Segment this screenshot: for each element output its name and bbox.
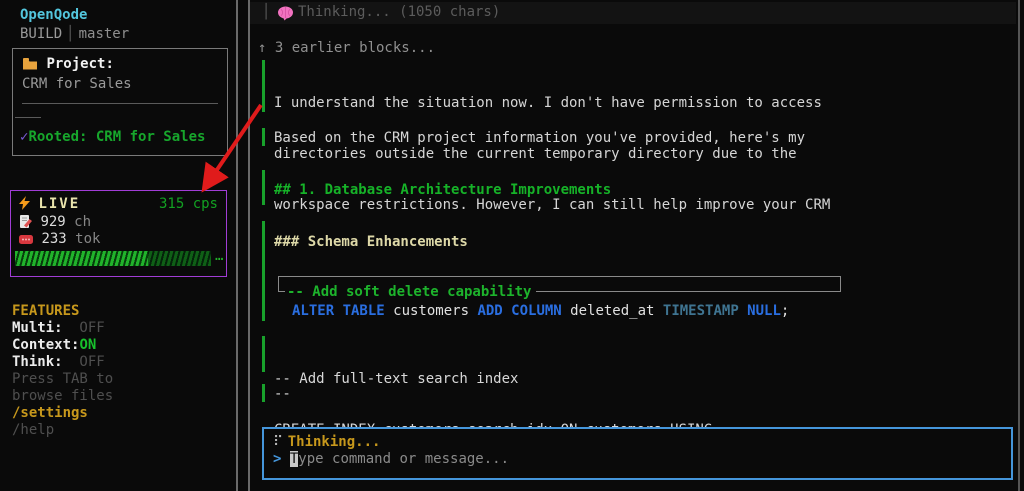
feature-multi[interactable]: Multi: OFF <box>12 320 105 337</box>
blockquote-gutter <box>262 60 265 112</box>
settings-command[interactable]: /settings <box>12 405 88 422</box>
blockquote-gutter <box>262 384 265 402</box>
feature-think[interactable]: Think: OFF <box>12 354 105 371</box>
rooted-status: ✓Rooted: CRM for Sales <box>20 129 205 146</box>
scrollbar-track <box>1018 0 1020 491</box>
blockquote-gutter <box>262 336 265 372</box>
assistant-paragraph: I understand the situation now. I don't … <box>274 61 830 248</box>
tokens-row: 233 tok <box>19 231 100 248</box>
thinking-header: │ Thinking... (1050 chars) <box>250 2 1016 24</box>
live-row: LIVE 315 cps <box>19 196 218 213</box>
think-value: OFF <box>63 354 105 370</box>
multi-value: OFF <box>63 320 105 336</box>
ticket-icon <box>19 234 33 245</box>
progress-bar <box>15 251 211 266</box>
spinner-icon: ⠏ <box>273 434 288 450</box>
gutter-bar-char: │ <box>262 4 270 21</box>
main-pane: │ Thinking... (1050 chars) ↑ 3 earlier b… <box>250 0 1018 491</box>
cps-value: 315 cps <box>159 196 218 213</box>
panel-divider-line <box>236 0 238 491</box>
chars-value: 929 <box>40 214 65 230</box>
feature-context[interactable]: Context:ON <box>12 337 96 354</box>
brain-icon <box>277 6 294 21</box>
prompt-chevron: > <box>273 451 290 467</box>
thinking-header-text: Thinking... (1050 chars) <box>298 4 500 21</box>
project-label: Project: <box>46 56 113 72</box>
input-status-text: Thinking... <box>288 434 381 450</box>
build-label: BUILD <box>20 26 62 42</box>
live-label: LIVE <box>38 196 80 212</box>
context-value: ON <box>79 337 96 353</box>
tab-hint-line2: browse files <box>12 388 113 405</box>
progress-ellipsis: … <box>215 248 223 265</box>
progress-fill <box>15 251 148 266</box>
build-branch-line: BUILD│master <box>20 26 129 43</box>
project-label-row: Project: <box>22 56 114 73</box>
project-box: Project: CRM for Sales ✓Rooted: CRM for … <box>12 48 228 156</box>
blockquote-gutter <box>262 221 265 321</box>
code-block-frame: -- Add soft delete capability <box>278 276 841 292</box>
earlier-blocks-indicator[interactable]: ↑ 3 earlier blocks... <box>258 40 435 57</box>
input-placeholder: ype command or message... <box>298 451 509 467</box>
rooted-text: Rooted: CRM for Sales <box>28 129 205 145</box>
branch-name: master <box>79 26 130 42</box>
lightning-icon <box>19 196 30 210</box>
sql-statement: ALTER TABLE customers ADD COLUMN deleted… <box>292 303 789 320</box>
command-input[interactable]: > Type command or message... <box>273 451 509 468</box>
sql-comment-label: -- Add soft delete capability <box>285 284 536 301</box>
chars-row: 929 ch <box>19 214 91 231</box>
sidebar: OpenQode BUILD│master Project: CRM for S… <box>0 0 236 491</box>
separator: │ <box>62 26 78 42</box>
folder-icon <box>22 57 38 70</box>
memo-icon <box>19 215 32 228</box>
features-heading: FEATURES <box>12 303 79 320</box>
markdown-h3: ### Schema Enhancements <box>274 234 468 251</box>
project-box-divider-short <box>15 117 41 118</box>
app-title: OpenQode <box>20 7 87 24</box>
markdown-h2: ## 1. Database Architecture Improvements <box>274 182 611 199</box>
blockquote-gutter <box>262 170 265 205</box>
tokens-unit: tok <box>67 231 101 247</box>
assistant-paragraph: Based on the CRM project information you… <box>274 130 805 147</box>
tab-hint-line1: Press TAB to <box>12 371 113 388</box>
blockquote-gutter <box>262 128 265 146</box>
tokens-value: 233 <box>41 231 66 247</box>
input-status-row: ⠏ Thinking... <box>273 434 380 451</box>
dash-line: -- <box>274 386 291 403</box>
help-command[interactable]: /help <box>12 422 54 439</box>
command-input-box[interactable]: ⠏ Thinking... > Type command or message.… <box>262 427 1013 480</box>
live-stats-box: LIVE 315 cps 929 ch 233 tok … <box>10 190 227 277</box>
project-box-divider <box>22 103 218 104</box>
project-name: CRM for Sales <box>22 76 132 93</box>
chars-unit: ch <box>66 214 91 230</box>
